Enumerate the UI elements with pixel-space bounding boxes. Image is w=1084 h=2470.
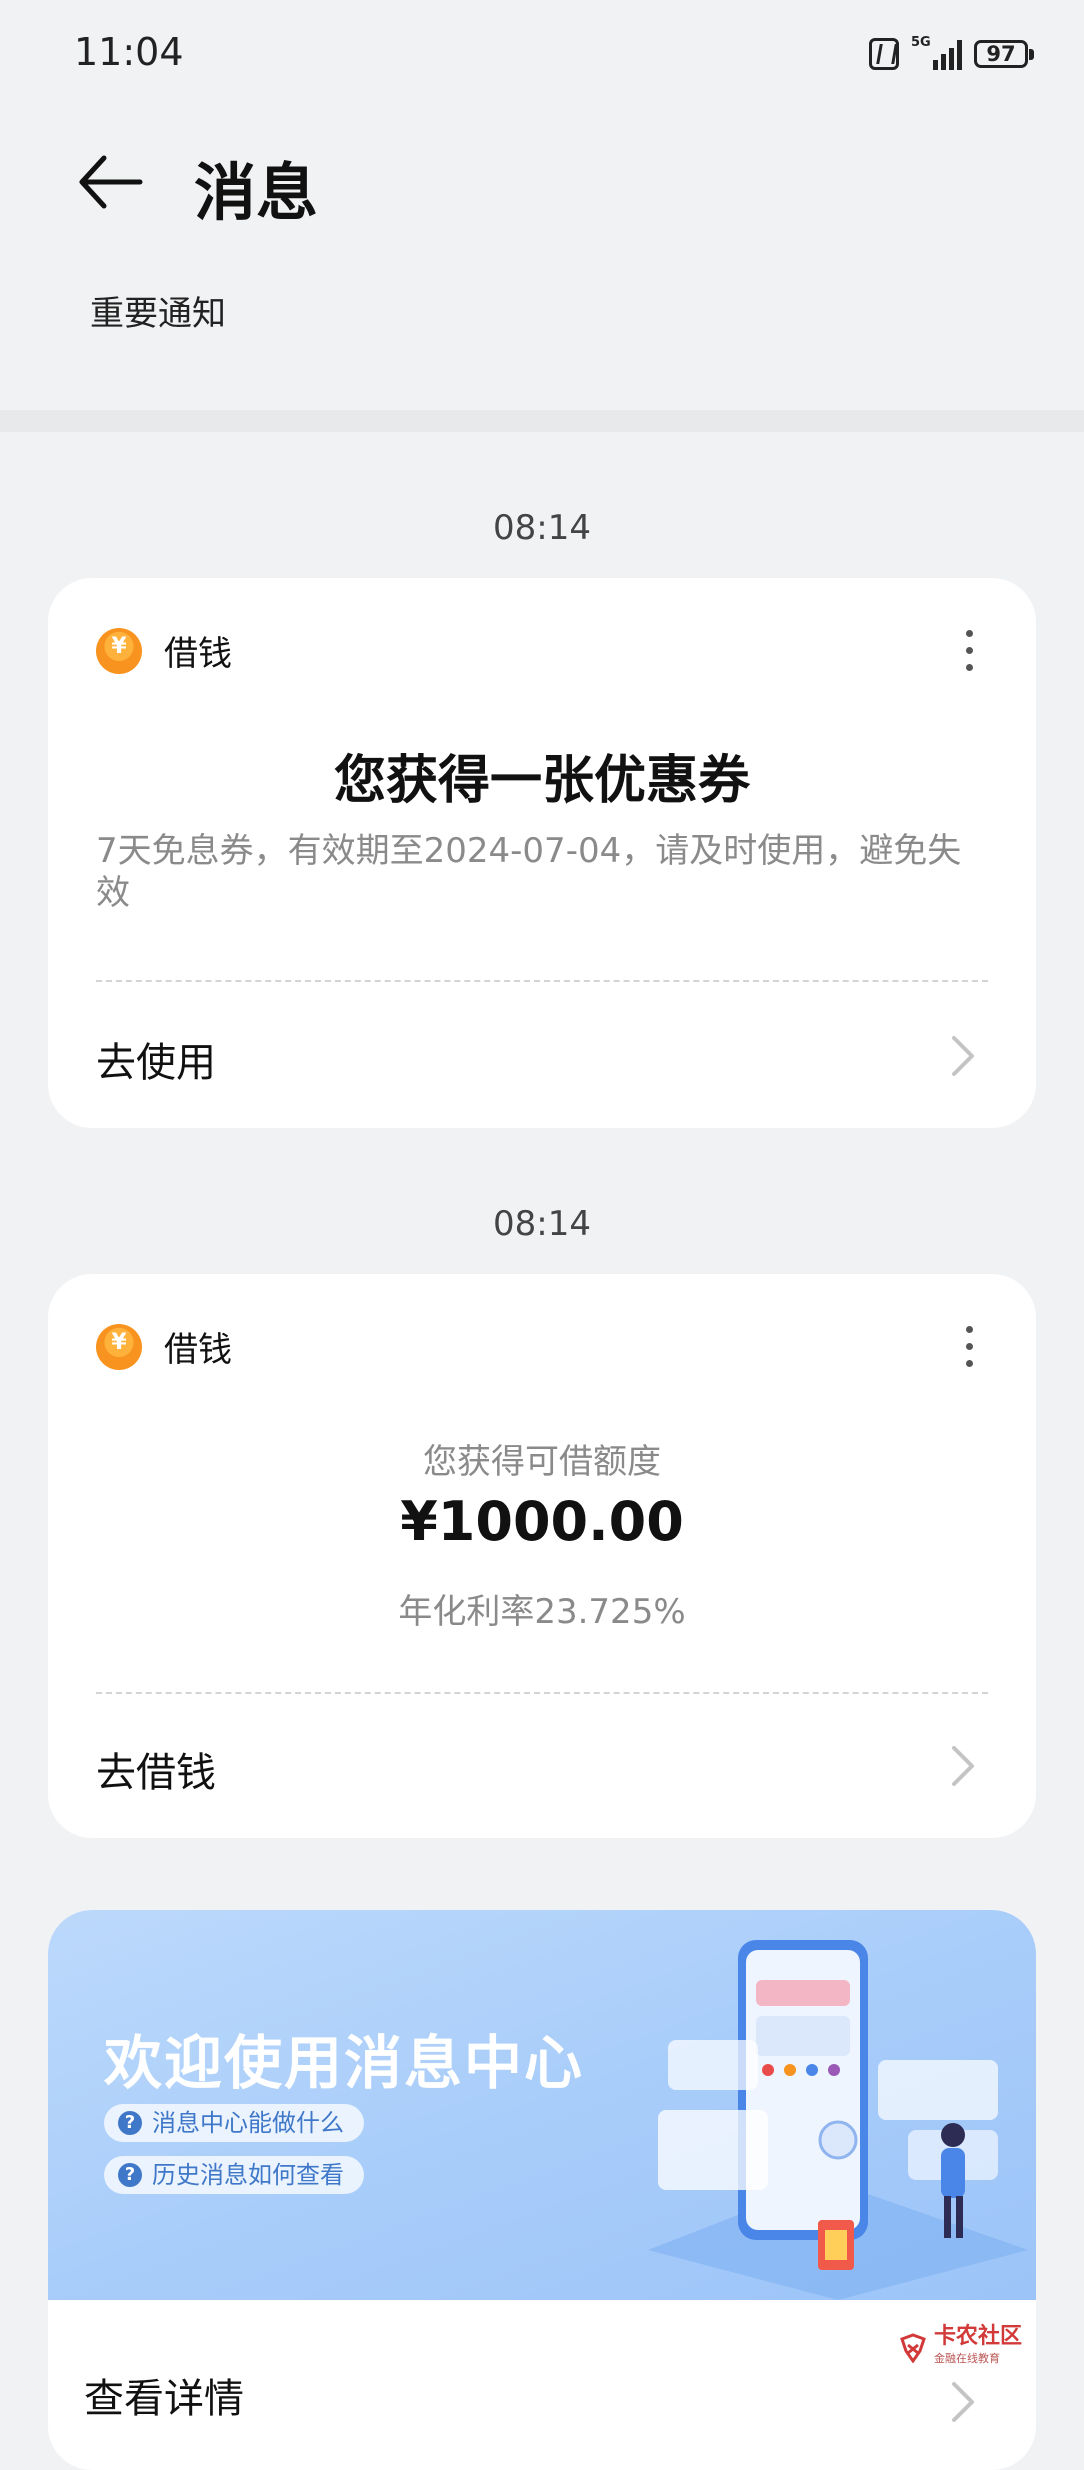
dashed-divider xyxy=(96,980,988,982)
page-title: 消息 xyxy=(194,156,319,229)
signal-icon: 5G xyxy=(911,35,962,70)
banner-title: 欢迎使用消息中心 xyxy=(104,2029,585,2097)
system-icons: 5G 97 xyxy=(869,34,1034,74)
message-center-banner-card[interactable]: 欢迎使用消息中心 ? 消息中心能做什么 ? 历史消息如何查看 查看详情 xyxy=(48,1910,1036,2470)
top-bar: 消息 重要通知 xyxy=(0,110,1084,410)
more-options-icon[interactable] xyxy=(966,630,974,681)
message-timestamp: 08:14 xyxy=(493,508,591,548)
chevron-right-icon xyxy=(952,1036,974,1076)
message-timestamp: 08:14 xyxy=(493,1204,591,1244)
network-type: 5G xyxy=(911,35,931,50)
battery-level: 97 xyxy=(986,42,1016,66)
status-time: 11:04 xyxy=(74,30,184,74)
help-link-history[interactable]: ? 历史消息如何查看 xyxy=(104,2156,364,2194)
use-coupon-button[interactable]: 去使用 xyxy=(96,1030,216,1088)
chevron-right-icon xyxy=(952,1746,974,1786)
watermark-text: 卡农社区 金融在线教育 xyxy=(933,2324,1022,2366)
app-name: 借钱 xyxy=(164,1330,232,1370)
dashed-divider xyxy=(96,1692,988,1694)
app-name: 借钱 xyxy=(164,634,232,674)
interest-rate: 年化利率23.725% xyxy=(398,1592,686,1632)
more-options-icon[interactable] xyxy=(966,1326,974,1377)
loan-app-icon xyxy=(96,1323,142,1370)
chevron-right-icon xyxy=(952,2382,974,2422)
tab-important-notice[interactable]: 重要通知 xyxy=(90,286,226,335)
battery-icon: 97 xyxy=(974,40,1034,68)
question-icon: ? xyxy=(118,2163,142,2187)
watermark: 卡农社区 金融在线教育 xyxy=(898,2326,1022,2370)
section-divider xyxy=(0,410,1084,432)
card-header: 借钱 xyxy=(96,626,232,675)
phone-illustration xyxy=(648,1940,1028,2300)
message-title: 您获得一张优惠券 xyxy=(333,751,750,811)
credit-label: 您获得可借额度 xyxy=(423,1442,661,1482)
credit-amount: ¥1000.00 xyxy=(400,1490,684,1553)
message-body: 7天免息券，有效期至2024-07-04，请及时使用，避免失效 xyxy=(96,831,962,913)
card-header: 借钱 xyxy=(96,1322,232,1371)
watermark-logo-icon xyxy=(900,2333,926,2363)
nfc-icon xyxy=(869,38,899,70)
question-icon: ? xyxy=(118,2111,142,2135)
view-details-button[interactable]: 查看详情 xyxy=(84,2366,244,2424)
loan-app-icon xyxy=(96,627,142,674)
back-arrow-icon[interactable] xyxy=(74,146,146,218)
status-bar: 11:04 5G 97 xyxy=(0,0,1084,110)
coupon-message-card[interactable]: 借钱 您获得一张优惠券 7天免息券，有效期至2024-07-04，请及时使用，避… xyxy=(48,578,1036,1128)
borrow-button[interactable]: 去借钱 xyxy=(96,1740,216,1798)
credit-limit-message-card[interactable]: 借钱 您获得可借额度 ¥1000.00 年化利率23.725% 去借钱 xyxy=(48,1274,1036,1838)
help-link-what-can-do[interactable]: ? 消息中心能做什么 xyxy=(104,2104,364,2142)
banner-image: 欢迎使用消息中心 ? 消息中心能做什么 ? 历史消息如何查看 xyxy=(48,1910,1036,2300)
